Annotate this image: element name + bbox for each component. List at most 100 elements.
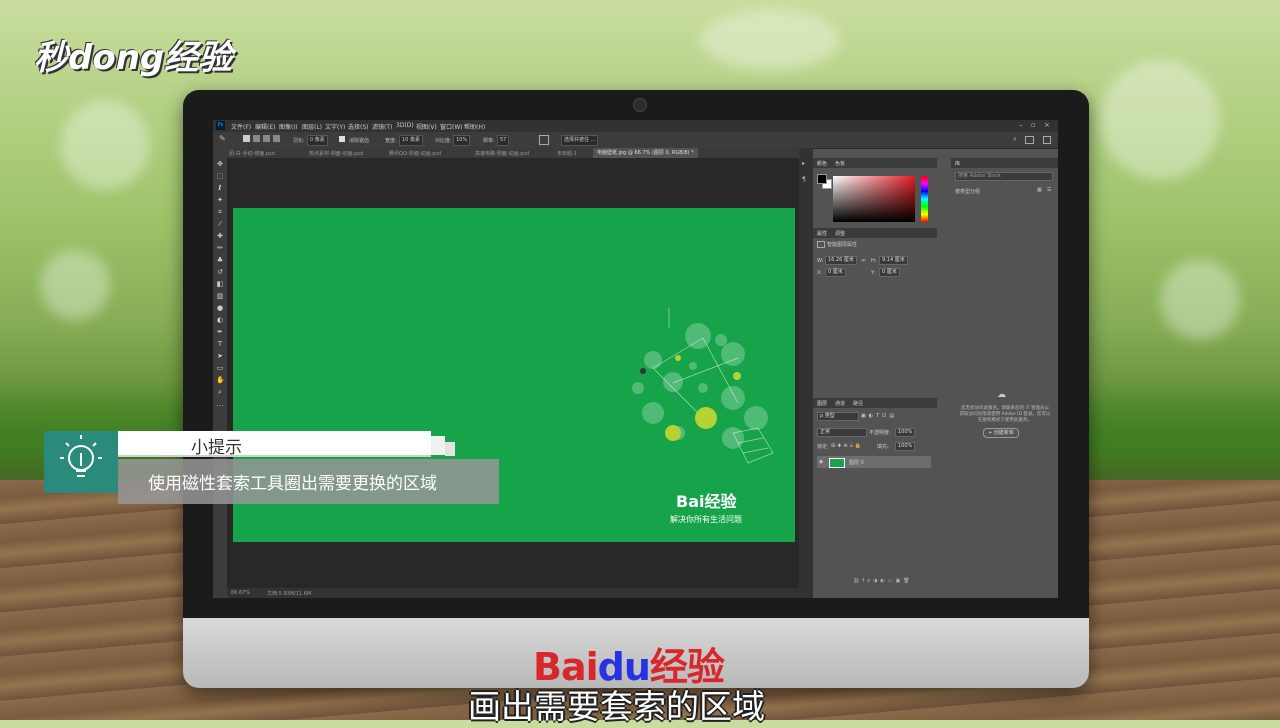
quick-select-tool-icon[interactable]: ✦ [216, 196, 224, 204]
fill-input[interactable]: 100% [895, 442, 916, 451]
tab-document[interactable]: 高速电路-侧面-动画.psd [475, 150, 529, 157]
tab-document[interactable]: 未标题-1 [557, 150, 577, 157]
share-icon[interactable] [1043, 136, 1051, 144]
document-info[interactable]: 文档:5.93M/11.6M [267, 590, 311, 597]
gradient-tool-icon[interactable]: ▥ [216, 292, 224, 300]
frequency-input[interactable]: 57 [497, 135, 510, 146]
pen-pressure-icon[interactable] [539, 135, 549, 145]
canvas-area[interactable]: Bai经验 解决你所有生活问题 [227, 158, 799, 588]
feather-input[interactable]: 0 像素 [307, 135, 328, 146]
tab-document-active[interactable]: 电脑壁纸.jpg @ 66.7% (图层 0, RGB/8) * [593, 148, 698, 158]
marquee-tool-icon[interactable]: ⬚ [216, 172, 224, 180]
select-and-mask-button[interactable]: 选择并遮住 ... [561, 135, 599, 146]
tab-libraries[interactable]: 库 [955, 160, 960, 167]
menu-filter[interactable]: 滤镜(T) [372, 122, 392, 131]
lasso-tool-icon[interactable]: ℓ [216, 184, 224, 192]
collapsed-panel-strip: ▸ ¶ [799, 148, 813, 598]
subtract-selection-icon[interactable] [263, 135, 270, 142]
link-icon[interactable]: ∞ [861, 257, 866, 264]
history-icon[interactable]: ▸ [802, 160, 805, 167]
tab-document[interactable]: 腾讯QQ-封面-动画.psd [389, 150, 441, 157]
actions-icon[interactable]: ¶ [802, 176, 806, 183]
path-select-icon[interactable]: ➤ [216, 352, 224, 360]
create-library-button[interactable]: + 创建新库 [983, 428, 1019, 438]
history-brush-icon[interactable]: ↺ [216, 268, 224, 276]
add-selection-icon[interactable] [253, 135, 260, 142]
menu-help[interactable]: 帮助(H) [464, 122, 485, 131]
type-tool-icon[interactable]: T [216, 340, 224, 348]
tab-channels[interactable]: 通道 [835, 400, 845, 407]
eraser-tool-icon[interactable]: ◧ [216, 280, 224, 288]
layer-filter-select[interactable]: ρ 类型 [817, 412, 859, 421]
layer-footer-icons[interactable]: ⛓fx◑◐▭▣🗑 [853, 578, 913, 584]
zoom-level[interactable]: 66.67% [231, 590, 250, 596]
menu-image[interactable]: 图像(I) [279, 122, 297, 131]
layers-panel-header: 图层 通道 路径 [813, 398, 937, 408]
tab-adjustments[interactable]: 调整 [835, 230, 845, 237]
library-message: 您无权访问此服务。请联系您的 IT 管理员以获取访问权限或使用 Adobe ID… [959, 406, 1051, 423]
maximize-button[interactable]: ▫ [1031, 121, 1036, 129]
tab-document[interactable]: 热点素材-侧面-动画.psd [309, 150, 363, 157]
visibility-eye-icon[interactable]: ◉ [819, 459, 823, 465]
clone-stamp-icon[interactable]: ♣ [216, 256, 224, 264]
tab-color[interactable]: 颜色 [817, 160, 827, 167]
color-picker-field[interactable] [833, 176, 915, 222]
antialias-checkbox[interactable] [339, 136, 345, 142]
close-button[interactable]: × [1044, 121, 1050, 129]
blur-tool-icon[interactable]: ● [216, 304, 224, 312]
pen-tool-icon[interactable]: ✒ [216, 328, 224, 336]
menu-window[interactable]: 窗口(W) [440, 122, 463, 131]
menu-type[interactable]: 文字(Y) [325, 122, 345, 131]
menu-view[interactable]: 视图(V) [416, 122, 437, 131]
opacity-input[interactable]: 100% [895, 428, 916, 437]
zoom-tool-icon[interactable]: ⌕ [216, 388, 224, 396]
menu-3d[interactable]: 3D(D) [396, 122, 414, 129]
layer-filter-icons[interactable]: ▣◐T⊡▤ [861, 413, 897, 419]
tab-document[interactable]: 团-白-手动-侧面.psd [229, 150, 275, 157]
list-view-icon[interactable]: ☰ [1047, 187, 1051, 193]
healing-brush-icon[interactable]: ✚ [216, 232, 224, 240]
library-search-input[interactable]: 搜索 Adobe Stock [955, 172, 1053, 181]
lock-icons[interactable]: ⊞✚⊕⌂🔒 [831, 443, 863, 449]
contrast-input[interactable]: 10% [453, 135, 471, 146]
minimize-button[interactable]: – [1019, 121, 1023, 129]
tab-layers[interactable]: 图层 [817, 400, 827, 407]
feather-label: 羽化: [293, 138, 305, 144]
tab-paths[interactable]: 路径 [853, 400, 863, 407]
menu-select[interactable]: 选择(S) [348, 122, 369, 131]
brush-tool-icon[interactable]: ✏ [216, 244, 224, 252]
monitor-frame: Ps 文件(F) 编辑(E) 图像(I) 图层(L) 文字(Y) 选择(S) 滤… [183, 90, 1089, 689]
x-input[interactable]: 0 厘米 [825, 268, 846, 277]
dodge-tool-icon[interactable]: ◐ [216, 316, 224, 324]
search-icon[interactable]: ⌕ [1013, 135, 1017, 144]
width-input[interactable]: 10 像素 [399, 135, 423, 146]
y-input[interactable]: 0 厘米 [879, 268, 900, 277]
h-input[interactable]: 9.14 厘米 [879, 256, 908, 265]
new-selection-icon[interactable] [243, 135, 250, 142]
move-tool-icon[interactable]: ✥ [216, 160, 224, 168]
w-input[interactable]: 16.26 厘米 [825, 256, 857, 265]
eyedropper-tool-icon[interactable]: ⁄ [216, 220, 224, 228]
intersect-selection-icon[interactable] [273, 135, 280, 142]
shape-tool-icon[interactable]: ▭ [216, 364, 224, 372]
foreground-color-swatch[interactable] [817, 174, 827, 184]
hand-tool-icon[interactable]: ✋ [216, 376, 225, 384]
layer-name[interactable]: 图层 0 [849, 459, 864, 466]
libraries-panel-header: 库 [951, 158, 1058, 168]
more-tools-icon[interactable]: … [216, 400, 224, 408]
hue-slider[interactable] [921, 176, 928, 222]
menu-file[interactable]: 文件(F) [231, 122, 251, 131]
grid-view-icon[interactable]: ▦ [1037, 187, 1042, 193]
tab-swatches[interactable]: 色板 [835, 160, 845, 167]
menu-layer[interactable]: 图层(L) [302, 122, 322, 131]
document-tabs: 团-白-手动-侧面.psd 热点素材-侧面-动画.psd 腾讯QQ-封面-动画.… [227, 148, 799, 158]
crop-tool-icon[interactable]: ⌗ [216, 208, 224, 216]
library-view-select[interactable]: 按类型分组 [955, 188, 980, 195]
workspace-icon[interactable] [1025, 136, 1034, 144]
tab-properties[interactable]: 属性 [817, 230, 827, 237]
magnetic-lasso-icon[interactable]: ✎ [219, 134, 226, 143]
menu-edit[interactable]: 编辑(E) [255, 122, 275, 131]
blend-mode-select[interactable]: 正常 [817, 428, 867, 437]
layer-row[interactable]: ◉ 图层 0 [817, 456, 931, 468]
fill-label: 填充: [877, 444, 889, 450]
